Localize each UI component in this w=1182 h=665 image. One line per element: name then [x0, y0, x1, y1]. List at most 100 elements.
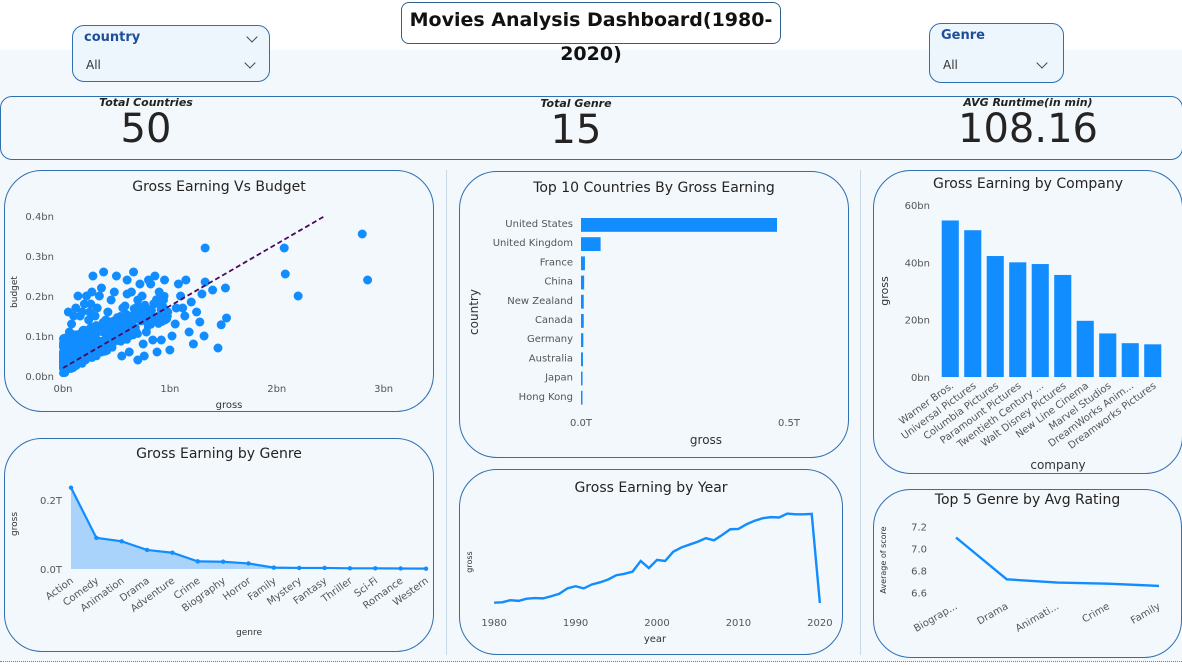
- scatter-point: [195, 317, 205, 327]
- bar: [1076, 320, 1094, 377]
- scatter-point: [131, 311, 141, 321]
- scatter-point: [200, 243, 210, 253]
- x-tick-label: 2020: [807, 618, 832, 629]
- bar: [1009, 262, 1027, 377]
- scatter-point: [148, 335, 158, 345]
- bar: [1054, 274, 1072, 377]
- category-label: Family: [1129, 601, 1162, 627]
- data-point: [271, 565, 277, 570]
- scatter-point: [149, 299, 159, 309]
- scatter-point: [163, 307, 173, 317]
- y-axis-title: budget: [10, 276, 20, 308]
- scatter-point: [129, 267, 139, 277]
- scatter-point: [117, 315, 127, 325]
- bar: [941, 220, 959, 377]
- scatter-point: [122, 275, 132, 285]
- y-tick-label: 0.1bn: [25, 332, 54, 343]
- genre-slicer[interactable]: Genre All: [929, 23, 1064, 83]
- category-label: Crime: [1080, 601, 1111, 625]
- column-divider: [446, 170, 447, 655]
- y-tick-label: 60bn: [905, 201, 930, 212]
- scatter-point: [363, 275, 373, 285]
- scatter-point: [73, 291, 83, 301]
- x-tick-label: 2010: [726, 618, 751, 629]
- x-axis-title: genre: [236, 628, 262, 638]
- bar: [581, 294, 584, 309]
- scatter-point: [84, 315, 94, 325]
- x-axis-title: year: [644, 634, 667, 645]
- year-chart-card[interactable]: Gross Earning by Year 1980 1990 2000 2010 20…: [459, 469, 843, 655]
- bar: [1144, 344, 1162, 377]
- countries-bar-chart[interactable]: United States United Kingdom France China Ne…: [460, 172, 848, 457]
- chevron-down-icon[interactable]: [1036, 57, 1048, 69]
- category-label: Drama: [975, 601, 1010, 627]
- dashboard-title: Movies Analysis Dashboard(1980-2020): [401, 2, 781, 65]
- data-point: [398, 566, 403, 571]
- category-label: Hong Kong: [519, 392, 573, 403]
- countries-chart-card[interactable]: Top 10 Countries By Gross Earning United…: [459, 171, 849, 458]
- rating-line-chart[interactable]: 6.6 6.8 7.0 7.2 Biograp... Drama Animati... Cri…: [874, 490, 1181, 657]
- scatter-point: [167, 331, 177, 341]
- y-axis-title: gross: [10, 512, 20, 536]
- genre-slicer-value[interactable]: All: [943, 58, 958, 72]
- genre-area-chart[interactable]: 0.0T0.2TActionComedyAnimationDramaAdvent…: [5, 439, 433, 651]
- x-tick-label: 2bn: [267, 384, 286, 395]
- scatter-point: [59, 349, 68, 358]
- scatter-point: [357, 229, 367, 239]
- year-line-chart[interactable]: 1980 1990 2000 2010 2020 year gross: [460, 470, 842, 654]
- chevron-down-icon[interactable]: [244, 57, 256, 69]
- scatter-point: [197, 289, 207, 299]
- data-point: [220, 559, 226, 564]
- kpi-value: 50: [120, 106, 172, 152]
- scatter-point: [220, 283, 230, 293]
- scatter-point: [170, 319, 180, 329]
- company-bar-chart[interactable]: 0bn20bn40bn60bnWarner Bros.Universal Pic…: [874, 171, 1182, 473]
- data-point: [423, 566, 429, 571]
- data-point: [246, 561, 251, 566]
- scatter-point: [192, 307, 202, 317]
- category-label: United Kingdom: [493, 238, 573, 249]
- bar: [581, 275, 585, 290]
- country-slicer-value[interactable]: All: [86, 58, 101, 72]
- genre-chart-card[interactable]: Gross Earning by Genre 0.0T 0.2T Action Com…: [4, 438, 434, 652]
- x-tick-label: 1980: [481, 618, 506, 629]
- scatter-point: [79, 299, 89, 309]
- bar: [581, 218, 777, 232]
- x-tick-label: 0.5T: [778, 418, 801, 429]
- scatter-chart[interactable]: 0.0bn 0.1bn 0.2bn 0.3bn 0.4bn 0bn 1bn 2bn 3bn gro…: [5, 171, 433, 411]
- scatter-point: [135, 279, 145, 289]
- x-tick-label: 0.0T: [570, 418, 593, 429]
- y-tick-label: 7.0: [911, 545, 927, 556]
- bar: [581, 371, 583, 386]
- scatter-point: [171, 303, 181, 313]
- category-label: Animati...: [1014, 601, 1061, 635]
- company-chart-card[interactable]: Gross Earning by Company 0bn 20bn 40bn 60bn…: [873, 170, 1182, 474]
- scatter-point: [96, 283, 106, 293]
- scatter-point: [152, 347, 162, 357]
- x-axis-title: gross: [216, 400, 243, 411]
- y-tick-label: 0.2T: [40, 496, 63, 507]
- scatter-point: [154, 315, 164, 325]
- scatter-point: [165, 345, 175, 355]
- y-tick-label: 0.0bn: [25, 372, 54, 383]
- scatter-point: [94, 323, 104, 333]
- scatter-point: [78, 328, 87, 337]
- data-point: [170, 550, 175, 555]
- chevron-down-icon[interactable]: [246, 31, 258, 43]
- scatter-point: [280, 269, 290, 279]
- scatter-point: [75, 358, 84, 367]
- scatter-point: [96, 347, 106, 357]
- bar: [1031, 264, 1049, 377]
- y-tick-label: 0.3bn: [25, 252, 54, 263]
- x-tick-label: 3bn: [374, 384, 393, 395]
- rating-chart-card[interactable]: Top 5 Genre by Avg Rating 6.6 6.8 7.0 7.2 Bi…: [873, 489, 1182, 658]
- scatter-point: [139, 351, 149, 361]
- x-tick-label: 0bn: [53, 384, 72, 395]
- bar: [1121, 343, 1139, 377]
- category-label: Canada: [535, 315, 573, 326]
- scatter-chart-card[interactable]: Gross Earning Vs Budget 0.0bn 0.1bn 0.2bn 0…: [4, 170, 434, 412]
- x-tick-label: 2000: [644, 618, 669, 629]
- country-slicer[interactable]: country All: [72, 25, 270, 82]
- data-point: [144, 547, 150, 553]
- x-tick-label: 1bn: [160, 384, 179, 395]
